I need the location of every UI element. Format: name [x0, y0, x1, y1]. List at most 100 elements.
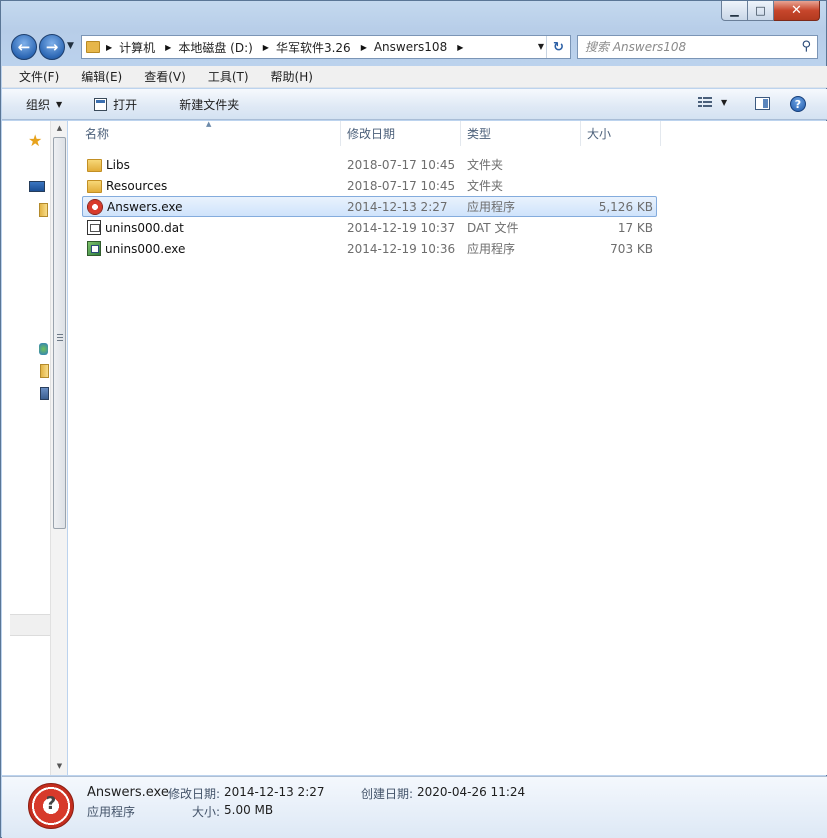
library-icon[interactable]	[39, 203, 48, 217]
address-bar[interactable]: ▶ 计算机 ▶ 本地磁盘 (D:) ▶ 华军软件3.26 ▶ Answers10…	[81, 35, 571, 59]
file-name: Resources	[106, 178, 168, 193]
file-name: Answers.exe	[107, 199, 183, 214]
column-date-label: 修改日期	[347, 127, 396, 141]
grip-icon	[57, 334, 63, 341]
maximize-button[interactable]: □	[748, 1, 774, 21]
file-row-unins-dat[interactable]: unins000.dat 2014-12-19 10:37 DAT 文件 17 …	[82, 217, 657, 238]
file-row-unins-exe[interactable]: unins000.exe 2014-12-19 10:36 应用程序 703 K…	[82, 238, 657, 259]
navpane-footer	[10, 614, 50, 636]
file-list: ▲ 名称 修改日期 类型 大小 Libs 2018-07-17 10:45 文件…	[68, 120, 827, 775]
open-window-icon	[94, 97, 108, 111]
column-name[interactable]: ▲ 名称	[68, 120, 341, 146]
scroll-up-icon[interactable]: ▲	[51, 124, 68, 134]
column-headers: ▲ 名称 修改日期 类型 大小	[68, 120, 827, 146]
recent-pages-dropdown[interactable]: ▼	[67, 41, 74, 51]
navpane-scrollbar[interactable]: ▲ ▼	[50, 121, 67, 775]
navigation-row: ← → ▼ ▶ 计算机 ▶ 本地磁盘 (D:) ▶ 华军软件3.26 ▶ Ans…	[1, 31, 827, 63]
new-folder-label: 新建文件夹	[179, 97, 240, 112]
dat-file-icon	[87, 220, 101, 235]
breadcrumb-computer[interactable]: 计算机	[115, 39, 159, 56]
details-size-label: 大小:	[192, 805, 221, 819]
forward-button[interactable]: →	[39, 34, 65, 60]
menu-edit[interactable]: 编辑(E)	[65, 68, 128, 85]
breadcrumb-drive-d[interactable]: 本地磁盘 (D:)	[174, 39, 256, 56]
setup-exe-icon	[87, 241, 101, 256]
explorer-window: ▁ □ ✕ ← → ▼ ▶ 计算机 ▶ 本地磁盘 (D:) ▶ 华军软件3.26…	[0, 0, 827, 838]
network-icon[interactable]	[40, 387, 49, 400]
file-date: 2014-12-19 10:37	[347, 220, 456, 235]
scroll-down-icon[interactable]: ▼	[51, 762, 68, 772]
lifebuoy-icon	[87, 198, 103, 215]
search-icon[interactable]: ⚲	[801, 39, 811, 54]
desktop-icon[interactable]	[29, 181, 45, 192]
favorites-star-icon[interactable]: ★	[28, 131, 42, 150]
change-view-button[interactable]: ▼	[698, 97, 727, 108]
back-button[interactable]: ←	[11, 34, 37, 60]
file-date: 2014-12-19 10:36	[347, 241, 456, 256]
file-row-resources[interactable]: Resources 2018-07-17 10:45 文件夹	[82, 175, 657, 196]
menu-file[interactable]: 文件(F)	[2, 68, 65, 85]
preview-pane-icon[interactable]	[755, 97, 770, 110]
breadcrumb-arrow-icon[interactable]: ▶	[100, 43, 115, 52]
column-size[interactable]: 大小	[581, 121, 661, 146]
refresh-icon[interactable]: ↻	[546, 36, 570, 58]
file-name: unins000.dat	[105, 220, 184, 235]
details-modified-label: 修改日期:	[168, 787, 221, 801]
file-type: 文件夹	[467, 158, 504, 172]
details-file-type: 应用程序	[87, 805, 136, 819]
breadcrumb-arrow-icon[interactable]: ▶	[159, 43, 174, 52]
address-dropdown-icon[interactable]: ▼	[538, 42, 544, 51]
folder-icon	[87, 159, 102, 172]
details-file-name: Answers.exe	[87, 785, 169, 800]
breadcrumb-arrow-icon[interactable]: ▶	[355, 43, 370, 52]
homegroup-icon[interactable]	[39, 343, 48, 355]
menu-bar: 文件(F) 编辑(E) 查看(V) 工具(T) 帮助(H)	[2, 66, 827, 88]
file-date: 2018-07-17 10:45	[347, 178, 456, 193]
file-size: 703 KB	[610, 241, 653, 256]
file-type: DAT 文件	[467, 221, 519, 235]
caption-buttons: ▁ □ ✕	[721, 1, 820, 21]
minimize-button[interactable]: ▁	[721, 1, 748, 21]
details-size-value: 5.00 MB	[224, 803, 274, 817]
column-date[interactable]: 修改日期	[341, 121, 461, 146]
folder-icon	[87, 180, 102, 193]
column-type-label: 类型	[467, 127, 492, 141]
breadcrumb-arrow-icon[interactable]: ▶	[451, 43, 466, 52]
caret-down-icon[interactable]: ▼	[721, 98, 727, 107]
column-type[interactable]: 类型	[461, 121, 581, 146]
file-name: unins000.exe	[105, 241, 186, 256]
search-input[interactable]	[578, 37, 788, 57]
search-box: ⚲	[577, 35, 818, 59]
file-size: 17 KB	[617, 220, 653, 235]
file-date: 2018-07-17 10:45	[347, 157, 456, 172]
file-size: 5,126 KB	[598, 199, 653, 214]
command-bar: 组织 ▼ 打开 新建文件夹 ▼ ?	[2, 89, 827, 120]
sort-ascending-icon: ▲	[206, 120, 212, 128]
breadcrumb-answers108[interactable]: Answers108	[370, 40, 451, 54]
close-button[interactable]: ✕	[774, 1, 820, 21]
menu-view[interactable]: 查看(V)	[128, 68, 192, 85]
breadcrumb-arrow-icon[interactable]: ▶	[257, 43, 272, 52]
file-row-answers-exe[interactable]: Answers.exe 2014-12-13 2:27 应用程序 5,126 K…	[82, 196, 657, 217]
details-pane: ? Answers.exe 应用程序 修改日期: 2014-12-13 2:27…	[2, 776, 827, 838]
details-created-value: 2020-04-26 11:24	[417, 785, 526, 799]
caret-down-icon: ▼	[56, 99, 63, 109]
column-size-label: 大小	[587, 127, 612, 141]
organize-label: 组织	[26, 97, 51, 112]
new-folder-button[interactable]: 新建文件夹	[179, 96, 239, 113]
scrollbar-thumb[interactable]	[53, 137, 66, 529]
help-icon[interactable]: ?	[790, 96, 806, 112]
file-rows: Libs 2018-07-17 10:45 文件夹 Resources 2018…	[82, 154, 657, 259]
open-button[interactable]: 打开	[94, 96, 137, 113]
breadcrumb-huajun[interactable]: 华军软件3.26	[272, 39, 355, 56]
file-date: 2014-12-13 2:27	[347, 199, 448, 214]
file-type: 应用程序	[467, 242, 516, 256]
file-type: 文件夹	[467, 179, 504, 193]
folder-icon[interactable]	[40, 364, 49, 378]
folder-icon	[86, 41, 100, 53]
organize-button[interactable]: 组织 ▼	[26, 96, 62, 113]
navigation-pane: ★ ▲ ▼	[2, 121, 67, 775]
menu-help[interactable]: 帮助(H)	[255, 68, 319, 85]
file-row-libs[interactable]: Libs 2018-07-17 10:45 文件夹	[82, 154, 657, 175]
menu-tools[interactable]: 工具(T)	[192, 68, 255, 85]
